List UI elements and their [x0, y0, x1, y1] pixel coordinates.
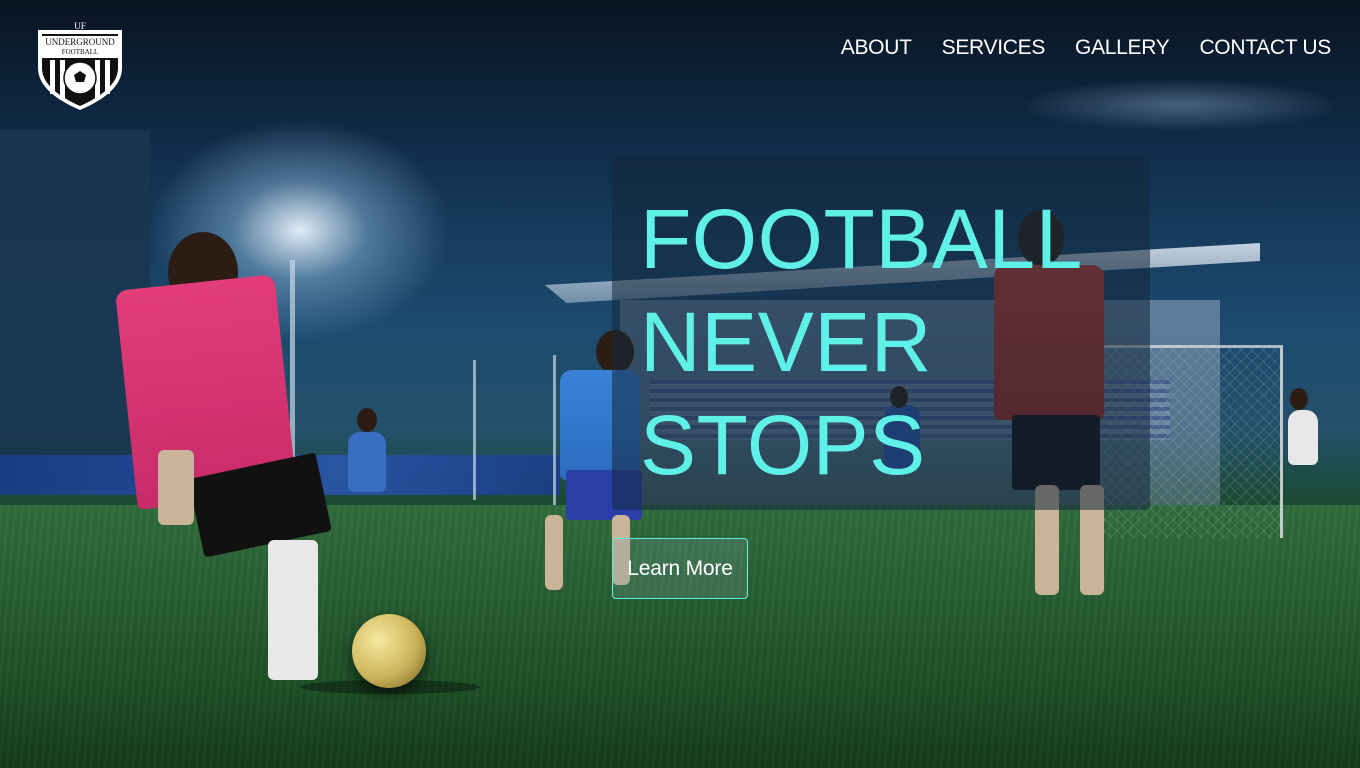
light-pole [473, 360, 476, 500]
svg-text:UNDERGROUND: UNDERGROUND [45, 37, 115, 47]
svg-text:UF: UF [74, 22, 86, 31]
headline-line-1: FOOTBALL [640, 192, 1083, 286]
nav-about[interactable]: ABOUT [841, 36, 912, 60]
site-logo[interactable]: UF UNDERGROUND FOOTBALL [36, 21, 124, 112]
nav-gallery[interactable]: GALLERY [1075, 36, 1170, 60]
shield-logo-icon: UF UNDERGROUND FOOTBALL [38, 21, 122, 110]
learn-more-button[interactable]: Learn More [612, 538, 748, 599]
headline-line-2: NEVER [640, 295, 932, 389]
main-nav: ABOUT SERVICES GALLERY CONTACT US [841, 36, 1332, 60]
nav-contact-us[interactable]: CONTACT US [1199, 36, 1331, 60]
nav-services[interactable]: SERVICES [942, 36, 1046, 60]
svg-text:FOOTBALL: FOOTBALL [62, 48, 99, 56]
light-pole [553, 355, 556, 505]
football [352, 614, 426, 688]
hero-headline: FOOTBALL NEVER STOPS [640, 188, 1083, 497]
headline-line-3: STOPS [640, 398, 926, 492]
